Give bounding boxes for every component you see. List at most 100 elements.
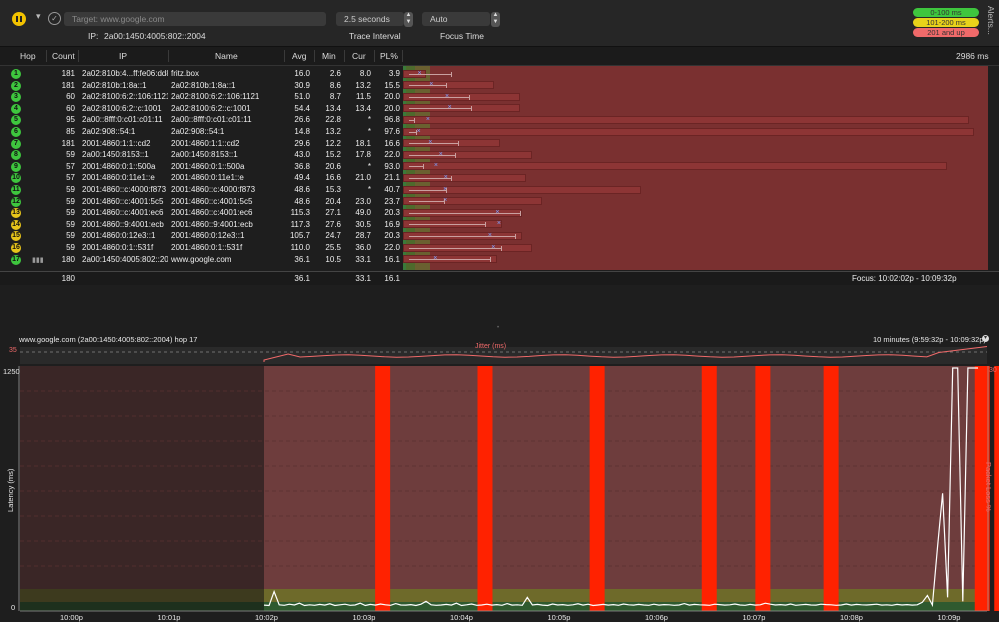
col-pl[interactable]: PL% xyxy=(380,51,398,61)
pl-cell: 15.5 xyxy=(384,80,400,90)
packet-loss-bar[interactable] xyxy=(755,366,771,611)
name-cell: 2a00:1450:8153::1 xyxy=(171,150,238,160)
name-cell: 2a00::8fff:0:c01:c01:11 xyxy=(171,115,252,125)
ip-cell: 2001:4860::c:4000:f873 xyxy=(82,185,167,194)
avg-cell: 43.0 xyxy=(294,150,310,160)
name-cell: 2001:4860:1:1::cd2 xyxy=(171,138,240,148)
pl-cell: 16.9 xyxy=(384,219,400,229)
x-tick-label: 10:07p xyxy=(742,613,766,622)
check-icon[interactable]: ✓ xyxy=(48,12,61,25)
hop-badge: 11 xyxy=(11,185,21,195)
packet-loss-bar[interactable] xyxy=(823,366,839,611)
packet-loss-bar[interactable] xyxy=(994,366,999,611)
trace-interval-select[interactable]: 2.5 seconds xyxy=(336,12,404,26)
latency-range-line xyxy=(409,85,446,87)
latency-max-cap xyxy=(519,210,521,216)
packet-loss-bar xyxy=(403,162,948,171)
pl-cell: 3.9 xyxy=(388,69,400,78)
avg-cell: 36.1 xyxy=(294,254,310,264)
summary-cur: 33.1 xyxy=(355,274,371,283)
col-name[interactable]: Name xyxy=(215,51,238,61)
table-row[interactable]: 2 181 2a02:810b:1:8a::1 2a02:810b:1:8a::1 30… xyxy=(0,80,999,91)
ip-cell: 2a00:1450:4005:802::2004 xyxy=(82,254,168,264)
pl-cell: 16.6 xyxy=(384,138,400,148)
cur-cell: 33.1 xyxy=(355,254,371,264)
ip-cell: 2001:4860:0:12e3::1 xyxy=(82,231,156,241)
count-cell: 57 xyxy=(66,173,75,183)
ip-cell: 2a00::8fff:0:c01:c01:11 xyxy=(82,115,163,125)
name-cell: 2a02:8100:6:2::c:1001 xyxy=(171,103,251,113)
x-tick-label: 10:01p xyxy=(157,613,181,622)
ip-cell: 2001:4860::9:4001:ecb xyxy=(82,219,164,229)
table-row[interactable]: 17 180 2a00:1450:4005:802::2004www.google.… xyxy=(0,254,999,265)
min-cell: 15.2 xyxy=(325,150,341,160)
hop-badge: 13 xyxy=(11,208,21,219)
x-tick-label: 10:06p xyxy=(645,613,668,622)
pause-icon[interactable] xyxy=(12,12,26,26)
name-cell: 2a02:810b:1:8a::1 xyxy=(171,80,236,90)
packet-loss-bar xyxy=(403,127,974,136)
min-cell: 20.4 xyxy=(325,196,341,206)
hop-badge: 14 xyxy=(11,219,21,230)
table-row[interactable]: 1 181 2a02:810b:4...ff:fe06:dd8d fritz.box 1… xyxy=(0,68,999,79)
x-tick-label: 10:04p xyxy=(450,613,473,622)
min-cell: 15.3 xyxy=(325,185,341,194)
avg-cell: 117.3 xyxy=(290,219,310,229)
y-right-max: 30 xyxy=(989,367,997,374)
interval-stepper[interactable]: ▲ ▼ xyxy=(404,12,413,27)
alerts-button[interactable]: Alerts... xyxy=(986,6,996,35)
latency-range-line xyxy=(409,143,458,145)
focus-range: Focus: 10:02:02p - 10:09:32p xyxy=(852,274,957,283)
packet-loss-bar[interactable] xyxy=(477,366,493,611)
focus-stepper[interactable]: ▲ ▼ xyxy=(491,12,500,27)
name-cell: 2001:4860::c:4001:ec6 xyxy=(171,208,253,218)
count-cell: 59 xyxy=(66,219,75,229)
name-cell: 2001:4860:0:1::500a xyxy=(171,161,245,171)
cur-cell: * xyxy=(367,185,371,194)
name-cell: 2001:4860::c:4000:f873 xyxy=(171,185,256,194)
pl-cell: 20.3 xyxy=(384,208,400,218)
cur-cell: 13.2 xyxy=(355,80,371,90)
packet-loss-bar[interactable] xyxy=(375,366,391,611)
name-cell: 2001:4860::c:4001:5c5 xyxy=(171,196,253,206)
splitter-handle[interactable]: • xyxy=(497,325,502,331)
col-ip[interactable]: IP xyxy=(119,51,127,61)
target-input[interactable]: Target: www.google.com xyxy=(64,12,326,26)
cur-cell: 23.0 xyxy=(355,196,371,206)
x-tick-label: 10:09p xyxy=(937,613,961,622)
latency-range-line xyxy=(409,212,520,214)
col-cur[interactable]: Cur xyxy=(352,51,366,61)
avg-cell: 16.0 xyxy=(294,69,310,78)
count-cell: 57 xyxy=(66,161,75,171)
pl-cell: 40.7 xyxy=(384,185,400,194)
pl-cell: 22.0 xyxy=(384,150,400,160)
col-hop[interactable]: Hop xyxy=(20,51,36,61)
latency-max-cap xyxy=(457,141,459,147)
count-cell: 59 xyxy=(66,150,75,160)
hop-badge: 7 xyxy=(11,138,21,149)
col-avg[interactable]: Avg xyxy=(292,51,307,61)
col-count[interactable]: Count xyxy=(52,51,75,61)
focus-time-select[interactable]: Auto xyxy=(422,12,490,26)
ip-cell: 2001:4860:1:1::cd2 xyxy=(82,138,151,148)
cur-cell: 11.5 xyxy=(356,92,371,102)
hop-badge: 6 xyxy=(11,127,21,137)
min-cell: 13.4 xyxy=(325,103,341,113)
latency-range-line xyxy=(409,224,486,226)
ip-cell: 2a02:908::54:1 xyxy=(82,127,136,136)
cur-cell: 17.8 xyxy=(355,150,371,160)
latency-range-line xyxy=(409,259,490,261)
latency-max-cap xyxy=(445,187,447,193)
latency-max-cap xyxy=(415,129,417,135)
graph-icon[interactable]: ▮▮▮ xyxy=(32,256,44,264)
packet-loss-bar[interactable] xyxy=(589,366,605,611)
latency-max-cap xyxy=(489,257,491,263)
col-min[interactable]: Min xyxy=(322,51,336,61)
timeline-svg[interactable] xyxy=(0,332,999,622)
legend-high: 201 and up xyxy=(913,28,979,37)
chevron-down-icon[interactable]: ▾ xyxy=(36,11,41,22)
packet-loss-bar[interactable] xyxy=(701,366,717,611)
latency-max-cap xyxy=(485,222,487,228)
jitter-max: 35 xyxy=(9,347,17,354)
cur-cell: 13.4 xyxy=(355,103,371,113)
